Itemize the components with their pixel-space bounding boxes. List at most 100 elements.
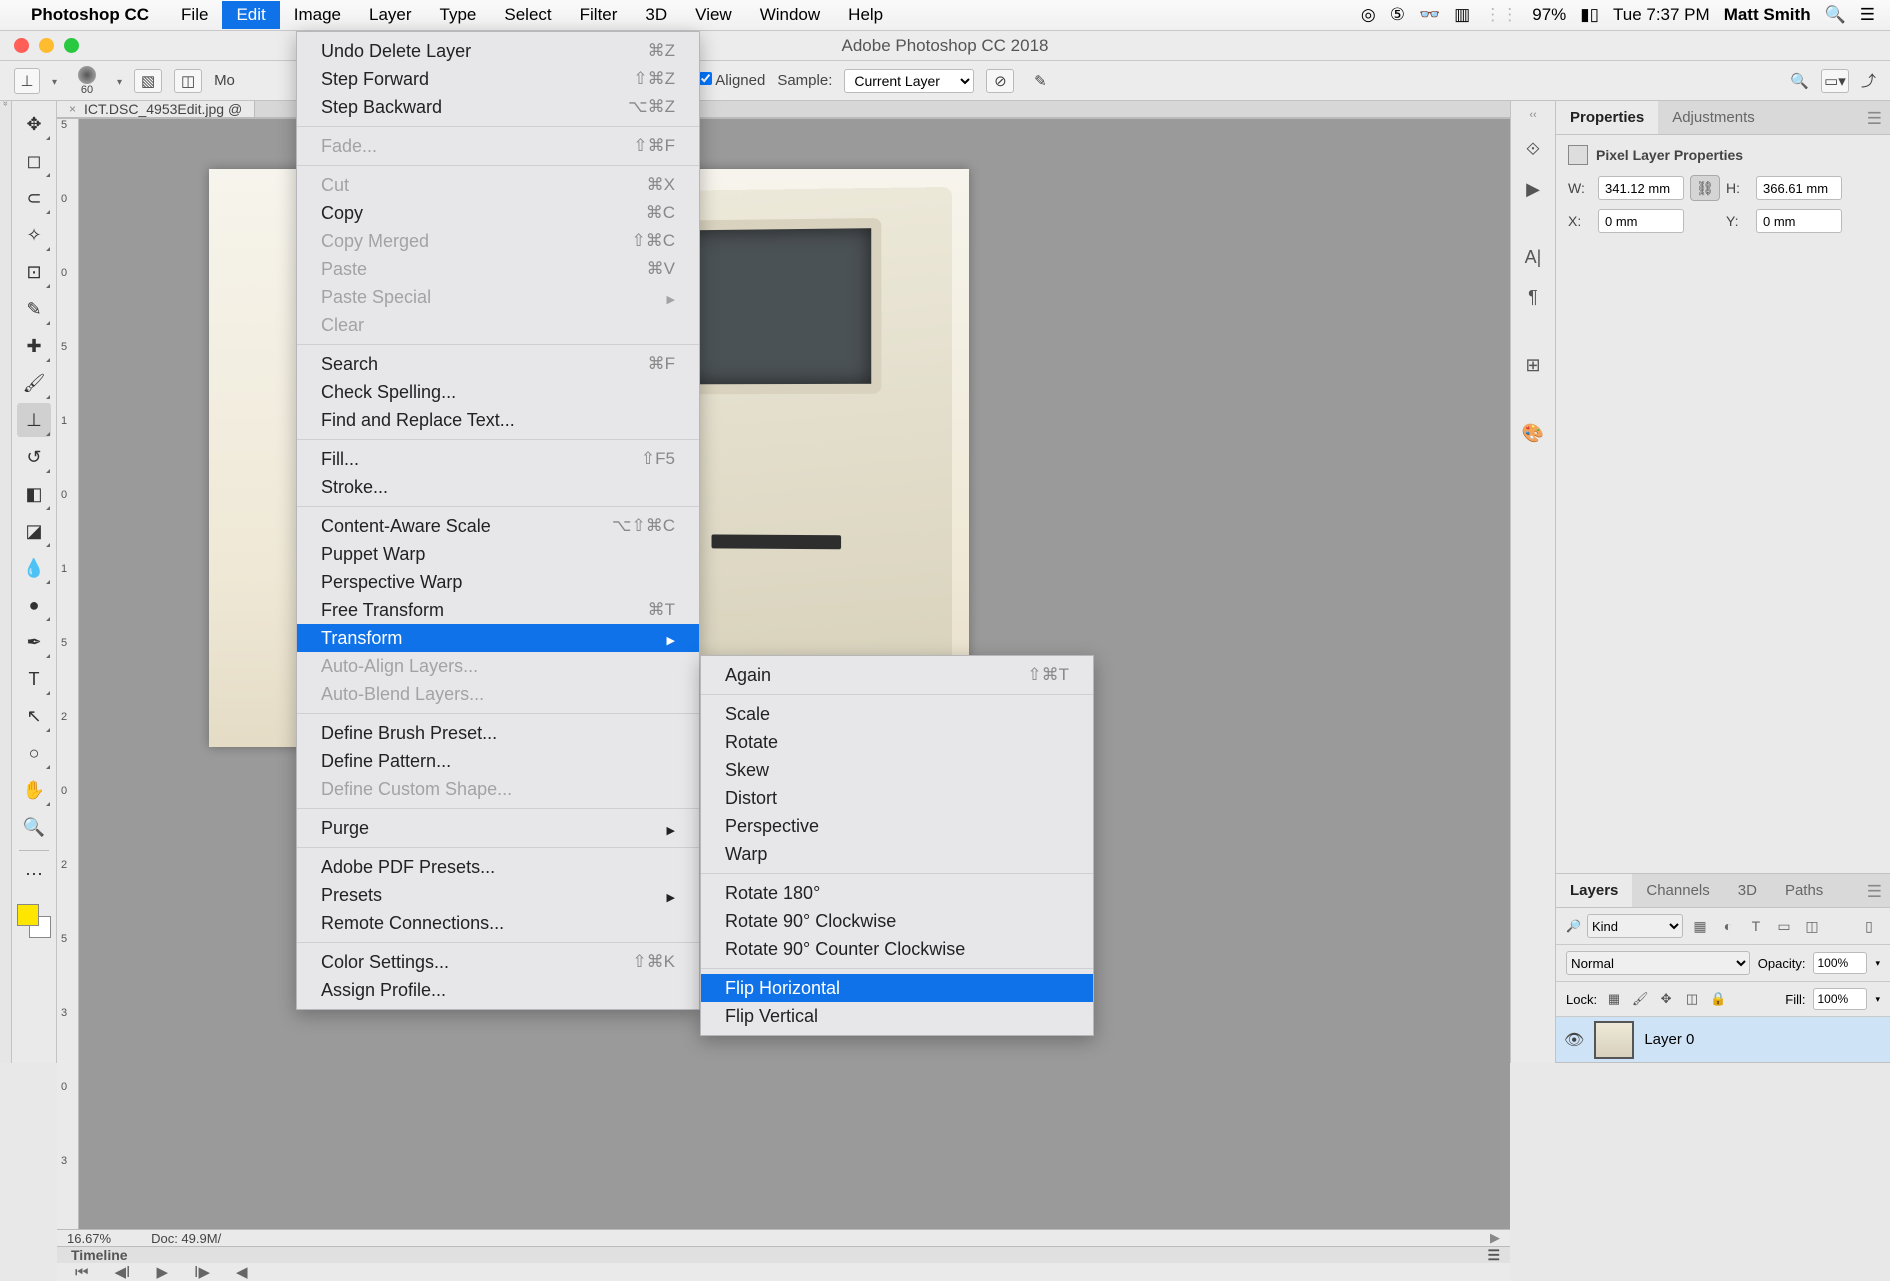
zoom-tool-icon[interactable]: 🔍 xyxy=(17,810,51,844)
edit-menu-item-23[interactable]: Free Transform⌘T xyxy=(297,596,699,624)
close-window-button[interactable] xyxy=(14,38,29,53)
brush-tool-icon[interactable]: 🖌 xyxy=(17,366,51,400)
transform-menu-item-9[interactable]: Rotate 180° xyxy=(701,879,1093,907)
transform-menu-item-13[interactable]: Flip Horizontal xyxy=(701,974,1093,1002)
dodge-tool-icon[interactable]: ● xyxy=(17,588,51,622)
filter-smart-icon[interactable]: ◫ xyxy=(1801,915,1823,937)
menu-filter[interactable]: Filter xyxy=(566,1,632,29)
hand-tool-icon[interactable]: ✋ xyxy=(17,773,51,807)
type-tool-icon[interactable]: T xyxy=(17,662,51,696)
edit-menu-item-21[interactable]: Puppet Warp xyxy=(297,540,699,568)
filter-type-icon[interactable]: T xyxy=(1745,915,1767,937)
eyedropper-tool-icon[interactable]: ✎ xyxy=(17,292,51,326)
edit-menu-item-0[interactable]: Undo Delete Layer⌘Z xyxy=(297,37,699,65)
play-icon[interactable]: ▶ xyxy=(156,1263,168,1281)
current-tool-icon[interactable]: ⊥ xyxy=(14,68,40,94)
collapse-arrow-icon[interactable]: ‹‹ xyxy=(1529,109,1536,121)
height-input[interactable] xyxy=(1756,176,1842,200)
tab-properties[interactable]: Properties xyxy=(1556,101,1658,134)
paragraph-panel-icon[interactable]: ¶ xyxy=(1521,285,1545,309)
transform-menu-item-11[interactable]: Rotate 90° Counter Clockwise xyxy=(701,935,1093,963)
shape-tool-icon[interactable]: ○ xyxy=(17,736,51,770)
quick-select-tool-icon[interactable]: ✧ xyxy=(17,218,51,252)
doc-info[interactable]: Doc: 49.9M/ xyxy=(151,1231,221,1246)
close-tab-icon[interactable]: × xyxy=(69,102,76,116)
path-select-tool-icon[interactable]: ↖ xyxy=(17,699,51,733)
color-panel-icon[interactable]: 🎨 xyxy=(1521,421,1545,445)
x-input[interactable] xyxy=(1598,209,1684,233)
lock-all-icon[interactable]: 🔒 xyxy=(1709,990,1727,1008)
filter-shape-icon[interactable]: ▭ xyxy=(1773,915,1795,937)
tab-3d[interactable]: 3D xyxy=(1724,874,1771,907)
blur-tool-icon[interactable]: 💧 xyxy=(17,551,51,585)
aligned-checkbox[interactable]: Aligned xyxy=(699,72,765,89)
menu-image[interactable]: Image xyxy=(280,1,355,29)
edit-menu-item-28[interactable]: Define Brush Preset... xyxy=(297,719,699,747)
blend-mode-select[interactable]: Normal xyxy=(1566,951,1750,975)
tab-layers[interactable]: Layers xyxy=(1556,874,1632,907)
lock-trans-icon[interactable]: ▦ xyxy=(1605,990,1623,1008)
last-frame-icon[interactable]: ◀ xyxy=(236,1263,248,1281)
edit-menu-item-20[interactable]: Content-Aware Scale⌥⇧⌘C xyxy=(297,512,699,540)
transform-menu-item-3[interactable]: Rotate xyxy=(701,728,1093,756)
edit-menu-item-18[interactable]: Stroke... xyxy=(297,473,699,501)
actions-panel-icon[interactable]: ▶ xyxy=(1521,177,1545,201)
gradient-tool-icon[interactable]: ◪ xyxy=(17,514,51,548)
filter-toggle-icon[interactable]: ▯ xyxy=(1858,915,1880,937)
spotlight-icon[interactable]: 🔍 xyxy=(1825,5,1846,25)
layers-options-icon[interactable]: ☰ xyxy=(1867,882,1882,902)
menu-layer[interactable]: Layer xyxy=(355,1,426,29)
panel-options-icon[interactable]: ☰ xyxy=(1867,109,1882,129)
menu-type[interactable]: Type xyxy=(426,1,491,29)
tab-paths[interactable]: Paths xyxy=(1771,874,1837,907)
lock-image-icon[interactable]: 🖌 xyxy=(1631,990,1649,1008)
menu-file[interactable]: File xyxy=(167,1,222,29)
zoom-window-button[interactable] xyxy=(64,38,79,53)
brush-panel-toggle-icon[interactable]: ▧ xyxy=(134,69,162,93)
binoculars-icon[interactable]: 👓 xyxy=(1419,5,1440,25)
marquee-tool-icon[interactable]: ◻ xyxy=(17,144,51,178)
edit-menu-item-22[interactable]: Perspective Warp xyxy=(297,568,699,596)
share-icon[interactable]: ⤴ xyxy=(1861,70,1876,91)
lock-pos-icon[interactable]: ✥ xyxy=(1657,990,1675,1008)
menu-select[interactable]: Select xyxy=(490,1,565,29)
edit-menu-item-35[interactable]: Presets xyxy=(297,881,699,909)
filter-pixel-icon[interactable]: ▦ xyxy=(1689,915,1711,937)
lock-nest-icon[interactable]: ◫ xyxy=(1683,990,1701,1008)
timeline-header[interactable]: Timeline ☰ xyxy=(57,1246,1510,1263)
swatches-panel-icon[interactable]: ⊞ xyxy=(1521,353,1545,377)
first-frame-icon[interactable]: ⏮ xyxy=(75,1264,89,1281)
edit-menu-item-7[interactable]: Copy⌘C xyxy=(297,199,699,227)
list-icon[interactable]: ☰ xyxy=(1860,5,1875,25)
menu-help[interactable]: Help xyxy=(834,1,897,29)
menu-3d[interactable]: 3D xyxy=(631,1,681,29)
character-panel-icon[interactable]: A| xyxy=(1521,245,1545,269)
wifi-icon[interactable]: ⋮⋮ xyxy=(1484,5,1518,25)
tab-adjustments[interactable]: Adjustments xyxy=(1658,101,1769,134)
transform-menu-item-14[interactable]: Flip Vertical xyxy=(701,1002,1093,1030)
brush-chev[interactable] xyxy=(117,72,122,89)
ignore-adj-icon[interactable]: ⊘ xyxy=(986,69,1014,93)
battery-icon[interactable]: ▮▯ xyxy=(1580,5,1599,25)
history-brush-tool-icon[interactable]: ↺ xyxy=(17,440,51,474)
crop-tool-icon[interactable]: ⊡ xyxy=(17,255,51,289)
color-swatches[interactable] xyxy=(17,904,51,938)
edit-menu-item-32[interactable]: Purge xyxy=(297,814,699,842)
panel-menu-icon[interactable]: ☰ xyxy=(1487,1247,1500,1264)
fg-color-swatch[interactable] xyxy=(17,904,39,926)
filter-adj-icon[interactable]: ◐ xyxy=(1717,915,1739,937)
workspace-icon[interactable]: ▭▾ xyxy=(1821,69,1849,93)
tool-preset-chev[interactable] xyxy=(52,72,57,89)
edit-menu-item-36[interactable]: Remote Connections... xyxy=(297,909,699,937)
transform-menu-item-0[interactable]: Again⇧⌘T xyxy=(701,661,1093,689)
zoom-level[interactable]: 16.67% xyxy=(67,1231,111,1246)
next-frame-icon[interactable]: Ⅰ▶ xyxy=(194,1263,210,1281)
edit-menu-item-2[interactable]: Step Backward⌥⌘Z xyxy=(297,93,699,121)
document-tab[interactable]: × ICT.DSC_4953Edit.jpg @ xyxy=(57,101,255,117)
edit-menu-item-15[interactable]: Find and Replace Text... xyxy=(297,406,699,434)
edit-menu-item-34[interactable]: Adobe PDF Presets... xyxy=(297,853,699,881)
prev-frame-icon[interactable]: ◀Ⅰ xyxy=(115,1263,131,1281)
menu-window[interactable]: Window xyxy=(746,1,834,29)
y-input[interactable] xyxy=(1756,209,1842,233)
edit-menu-item-29[interactable]: Define Pattern... xyxy=(297,747,699,775)
